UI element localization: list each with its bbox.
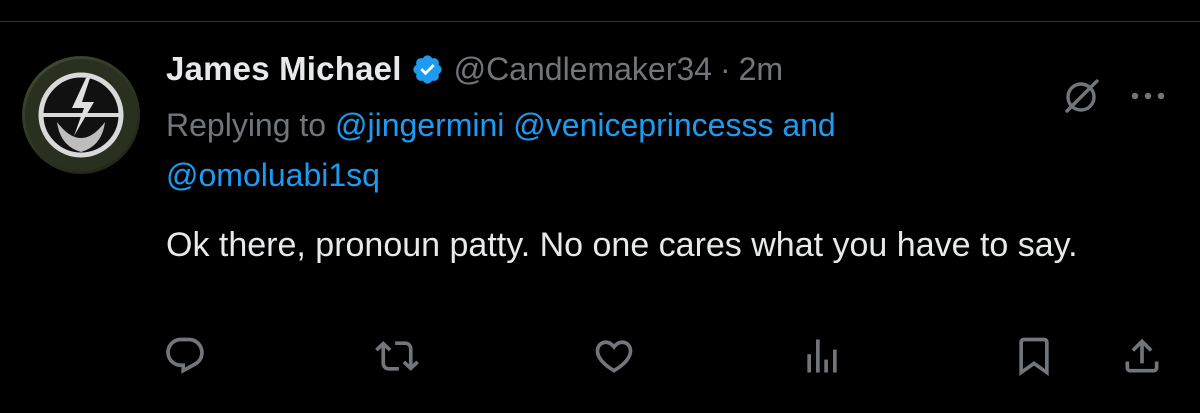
mention-link[interactable]: @veniceprincesss (513, 107, 773, 143)
user-handle[interactable]: @Candlemaker34 (454, 51, 712, 88)
timestamp[interactable]: 2m (739, 51, 783, 88)
replying-prefix: Replying to (166, 107, 327, 143)
like-icon[interactable] (592, 334, 636, 378)
display-name[interactable]: James Michael (166, 50, 402, 88)
repost-icon[interactable] (375, 334, 419, 378)
action-bar (0, 334, 1200, 384)
bookmark-icon[interactable] (1012, 334, 1056, 378)
tweet-text: Ok there, pronoun patty. No one cares wh… (166, 226, 1078, 264)
mention-link[interactable]: @omoluabi1sq (166, 157, 380, 193)
share-icon[interactable] (1120, 334, 1164, 378)
tweet-header: James Michael @Candlemaker34 · 2m (166, 44, 783, 94)
mention-joiner[interactable]: and (782, 107, 835, 143)
avatar[interactable] (22, 56, 140, 174)
top-divider (0, 0, 1200, 22)
mention-link[interactable]: @jingermini (335, 107, 504, 143)
avatar-image (25, 59, 137, 171)
reply-icon[interactable] (163, 334, 207, 378)
replying-to: Replying to @jingermini @veniceprincesss… (166, 100, 1146, 200)
separator-dot: · (719, 50, 731, 87)
verified-badge-icon (411, 53, 444, 86)
views-icon[interactable] (800, 334, 844, 378)
